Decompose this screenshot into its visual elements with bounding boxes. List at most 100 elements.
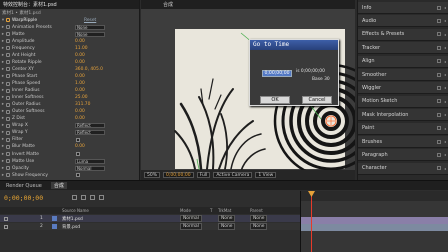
effect-param-row[interactable]: ▸ Show Frequency [0, 172, 139, 178]
param-value[interactable]: 1.00 [75, 81, 85, 86]
effect-param-row[interactable]: ▸ Animation Presets None [0, 24, 139, 30]
effect-title-row[interactable]: ▾ WarpRipple Reset [0, 17, 139, 23]
layer-mode-dropdown[interactable]: Normal [180, 223, 202, 230]
draft-3d-icon[interactable] [90, 195, 95, 200]
effect-param-row[interactable]: ▸ Rotate Ripple 0.00 [0, 59, 139, 65]
layer-name[interactable]: 背景.psd [62, 224, 80, 230]
stopwatch-icon[interactable] [6, 46, 10, 51]
time-ruler[interactable] [301, 191, 448, 201]
layer-bar-2[interactable] [301, 224, 448, 231]
stopwatch-icon[interactable] [6, 109, 10, 114]
param-dropdown[interactable]: Normal [75, 165, 105, 171]
comp-flowchart-icon[interactable] [81, 195, 86, 200]
panel-menu-icon[interactable] [437, 126, 441, 131]
param-value[interactable]: 0.00 [75, 39, 85, 44]
effect-param-row[interactable]: ▸ Inner Radius 0.00 [0, 87, 139, 93]
effect-param-row[interactable]: ▸ Outer Softness 0.00 [0, 109, 139, 115]
layer-name[interactable]: 素材1.psd [62, 216, 83, 222]
effect-param-row[interactable]: ▸ Matte Use Luma [0, 158, 139, 164]
param-dropdown[interactable]: None [75, 31, 105, 37]
panel-audio[interactable]: Audio ◂ [358, 15, 448, 28]
panel-collapse-icon[interactable]: ◂ [444, 45, 446, 50]
reset-link[interactable]: Reset [84, 18, 96, 23]
panel-character[interactable]: Character ◂ [358, 162, 448, 175]
effect-param-row[interactable]: ▸ Wrap Y Reflect [0, 130, 139, 136]
panel-menu-icon[interactable] [437, 166, 441, 171]
col-parent[interactable]: Parent [250, 208, 263, 213]
stopwatch-icon[interactable] [6, 39, 10, 44]
search-icon[interactable] [72, 195, 77, 200]
effect-param-row[interactable]: ▸ Opacity Normal [0, 165, 139, 171]
stopwatch-icon[interactable] [6, 88, 10, 93]
effect-param-row[interactable]: ▸ Wrap X Reflect [0, 123, 139, 129]
motion-blur-icon[interactable] [99, 195, 104, 200]
layer-mode-dropdown[interactable]: Normal [180, 215, 202, 222]
panel-menu-icon[interactable] [437, 139, 441, 144]
param-value[interactable]: 0.00 [75, 144, 85, 149]
effect-param-row[interactable]: ▸ Matte None [0, 31, 139, 37]
effect-param-row[interactable]: ▸ Frequency 11.00 [0, 45, 139, 51]
param-value[interactable]: 0.00 [75, 88, 85, 93]
panel-collapse-icon[interactable]: ◂ [444, 166, 446, 171]
panel-collapse-icon[interactable]: ◂ [444, 126, 446, 131]
panel-motion-sketch[interactable]: Motion Sketch ◂ [358, 95, 448, 108]
effect-controls-tab[interactable]: 特效控制台：素材1.psd [0, 0, 139, 9]
stopwatch-icon[interactable] [6, 173, 10, 178]
timeline-layer-row[interactable]: 2 背景.psd Normal None None [0, 223, 300, 230]
panel-menu-icon[interactable] [437, 112, 441, 117]
param-value[interactable]: 0.00 [75, 109, 85, 114]
zoom-dropdown[interactable]: 50% [144, 172, 161, 178]
panel-collapse-icon[interactable]: ◂ [444, 152, 446, 157]
stopwatch-icon[interactable] [6, 74, 10, 79]
effect-param-row[interactable]: ▸ Blur Matte 0.00 [0, 144, 139, 150]
param-dropdown[interactable]: Luma [75, 158, 105, 164]
stopwatch-icon[interactable] [6, 130, 10, 135]
layer-trkmat-dropdown[interactable]: None [218, 223, 236, 230]
stopwatch-icon[interactable] [6, 67, 10, 72]
layer-parent-dropdown[interactable]: None [250, 215, 268, 222]
panel-mask-interpolation[interactable]: Mask Interpolation ◂ [358, 109, 448, 122]
effect-param-row[interactable]: ▸ Invert Matte [0, 151, 139, 157]
stopwatch-icon[interactable] [6, 159, 10, 164]
effect-param-row[interactable]: ▸ Center XY 360.0, 405.0 [0, 66, 139, 72]
param-value[interactable]: 311.70 [75, 102, 90, 107]
stopwatch-icon[interactable] [6, 137, 10, 142]
param-value[interactable]: 0.00 [75, 53, 85, 58]
col-t[interactable]: T [210, 208, 212, 213]
panel-menu-icon[interactable] [437, 72, 441, 77]
param-value[interactable]: 360.0, 405.0 [75, 67, 103, 72]
tab-composition[interactable]: 合成 [50, 182, 67, 189]
layer-trkmat-dropdown[interactable]: None [218, 215, 236, 222]
col-source-name[interactable]: Source Name [62, 208, 89, 213]
panel-brushes[interactable]: Brushes ◂ [358, 136, 448, 148]
stopwatch-icon[interactable] [6, 25, 10, 30]
panel-info[interactable]: Info ◂ [358, 2, 448, 14]
timeline-graph-area[interactable] [300, 191, 448, 252]
fx-icon[interactable] [6, 18, 10, 23]
stopwatch-icon[interactable] [6, 81, 10, 86]
param-dropdown[interactable]: Reflect [75, 130, 105, 136]
panel-collapse-icon[interactable]: ◂ [444, 112, 446, 117]
panel-collapse-icon[interactable]: ◂ [444, 99, 446, 104]
panel-collapse-icon[interactable]: ◂ [444, 72, 446, 77]
panel-menu-icon[interactable] [437, 5, 441, 10]
visibility-eye-icon[interactable] [4, 224, 8, 229]
panel-menu-icon[interactable] [437, 85, 441, 90]
col-mode[interactable]: Mode [180, 208, 191, 213]
stopwatch-icon[interactable] [6, 102, 10, 107]
param-checkbox[interactable] [76, 152, 80, 157]
panel-paragraph[interactable]: Paragraph ◂ [358, 149, 448, 162]
param-value[interactable]: 11.00 [75, 46, 88, 51]
panel-paint[interactable]: Paint ◂ [358, 122, 448, 135]
effect-param-row[interactable]: ▸ Outer Radius 311.70 [0, 102, 139, 108]
param-value[interactable]: 0.00 [75, 116, 85, 121]
param-value[interactable]: 0.00 [75, 60, 85, 65]
effect-param-row[interactable]: ▸ Filter [0, 137, 139, 143]
stopwatch-icon[interactable] [6, 152, 10, 157]
playhead[interactable] [311, 191, 312, 252]
effect-param-row[interactable]: ▸ Amplitude 0.00 [0, 38, 139, 44]
panel-wiggler[interactable]: Wiggler ◂ [358, 82, 448, 95]
resolution-dropdown[interactable]: Full [196, 172, 211, 178]
timeline-layer-row[interactable]: 1 素材1.psd Normal None None [0, 215, 300, 222]
panel-menu-icon[interactable] [437, 152, 441, 157]
